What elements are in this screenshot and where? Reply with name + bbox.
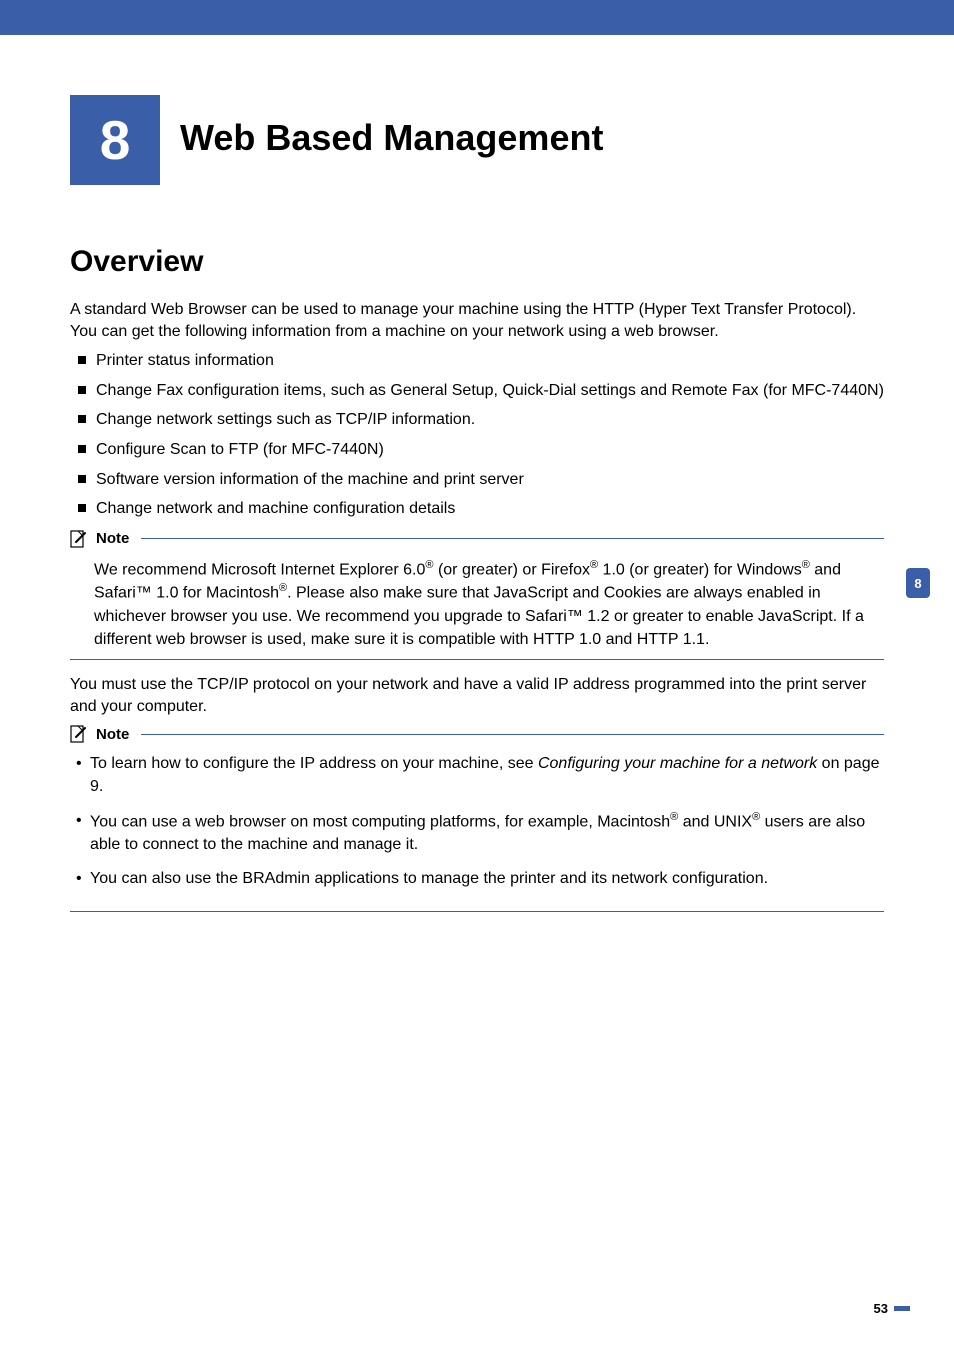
- reg-mark: ®: [590, 559, 598, 571]
- note-rule: [141, 734, 884, 735]
- note-label: Note: [96, 530, 129, 547]
- note-body: To learn how to configure the IP address…: [70, 743, 884, 911]
- note-heading: Note: [70, 725, 884, 743]
- list-item: You can use a web browser on most comput…: [74, 810, 884, 856]
- side-tab: 8: [906, 568, 930, 598]
- note-text: You can use a web browser on most comput…: [90, 813, 670, 830]
- reg-mark: ®: [802, 559, 810, 571]
- note-rule: [141, 538, 884, 539]
- list-item: Change network settings such as TCP/IP i…: [70, 409, 884, 431]
- note-icon: [70, 725, 90, 743]
- page-content: Overview A standard Web Browser can be u…: [0, 245, 954, 912]
- list-item: Change Fax configuration items, such as …: [70, 380, 884, 402]
- note-text: and UNIX: [678, 813, 752, 830]
- note-text: To learn how to configure the IP address…: [90, 755, 538, 772]
- reg-mark: ®: [425, 559, 433, 571]
- feature-list: Printer status information Change Fax co…: [70, 350, 884, 520]
- note-text: We recommend Microsoft Internet Explorer…: [94, 561, 425, 578]
- note-text: 1.0 (or greater) for Windows: [598, 561, 802, 578]
- reg-mark: ®: [279, 582, 287, 594]
- header-bar: [0, 0, 954, 35]
- page-number-bar: [894, 1306, 910, 1311]
- chapter-number-block: 8: [70, 95, 160, 185]
- page-number: 53: [874, 1301, 888, 1316]
- note-icon: [70, 530, 90, 548]
- middle-paragraph: You must use the TCP/IP protocol on your…: [70, 674, 884, 717]
- list-item: You can also use the BRAdmin application…: [74, 868, 884, 890]
- list-item: Printer status information: [70, 350, 884, 372]
- note-label: Note: [96, 726, 129, 743]
- list-item: Configure Scan to FTP (for MFC-7440N): [70, 439, 884, 461]
- cross-ref: Configuring your machine for a network: [538, 755, 817, 772]
- note-heading: Note: [70, 530, 884, 548]
- list-item: Change network and machine configuration…: [70, 498, 884, 520]
- page-number-wrap: 53: [874, 1301, 910, 1316]
- note-body: We recommend Microsoft Internet Explorer…: [70, 548, 884, 660]
- chapter-heading-row: 8 Web Based Management: [0, 95, 954, 185]
- chapter-title: Web Based Management: [180, 117, 603, 159]
- list-item: To learn how to configure the IP address…: [74, 753, 884, 798]
- section-title: Overview: [70, 245, 884, 279]
- note-list: To learn how to configure the IP address…: [74, 753, 884, 890]
- reg-mark: ®: [752, 811, 760, 823]
- note-text: (or greater) or Firefox: [434, 561, 590, 578]
- intro-paragraph: A standard Web Browser can be used to ma…: [70, 299, 884, 342]
- list-item: Software version information of the mach…: [70, 469, 884, 491]
